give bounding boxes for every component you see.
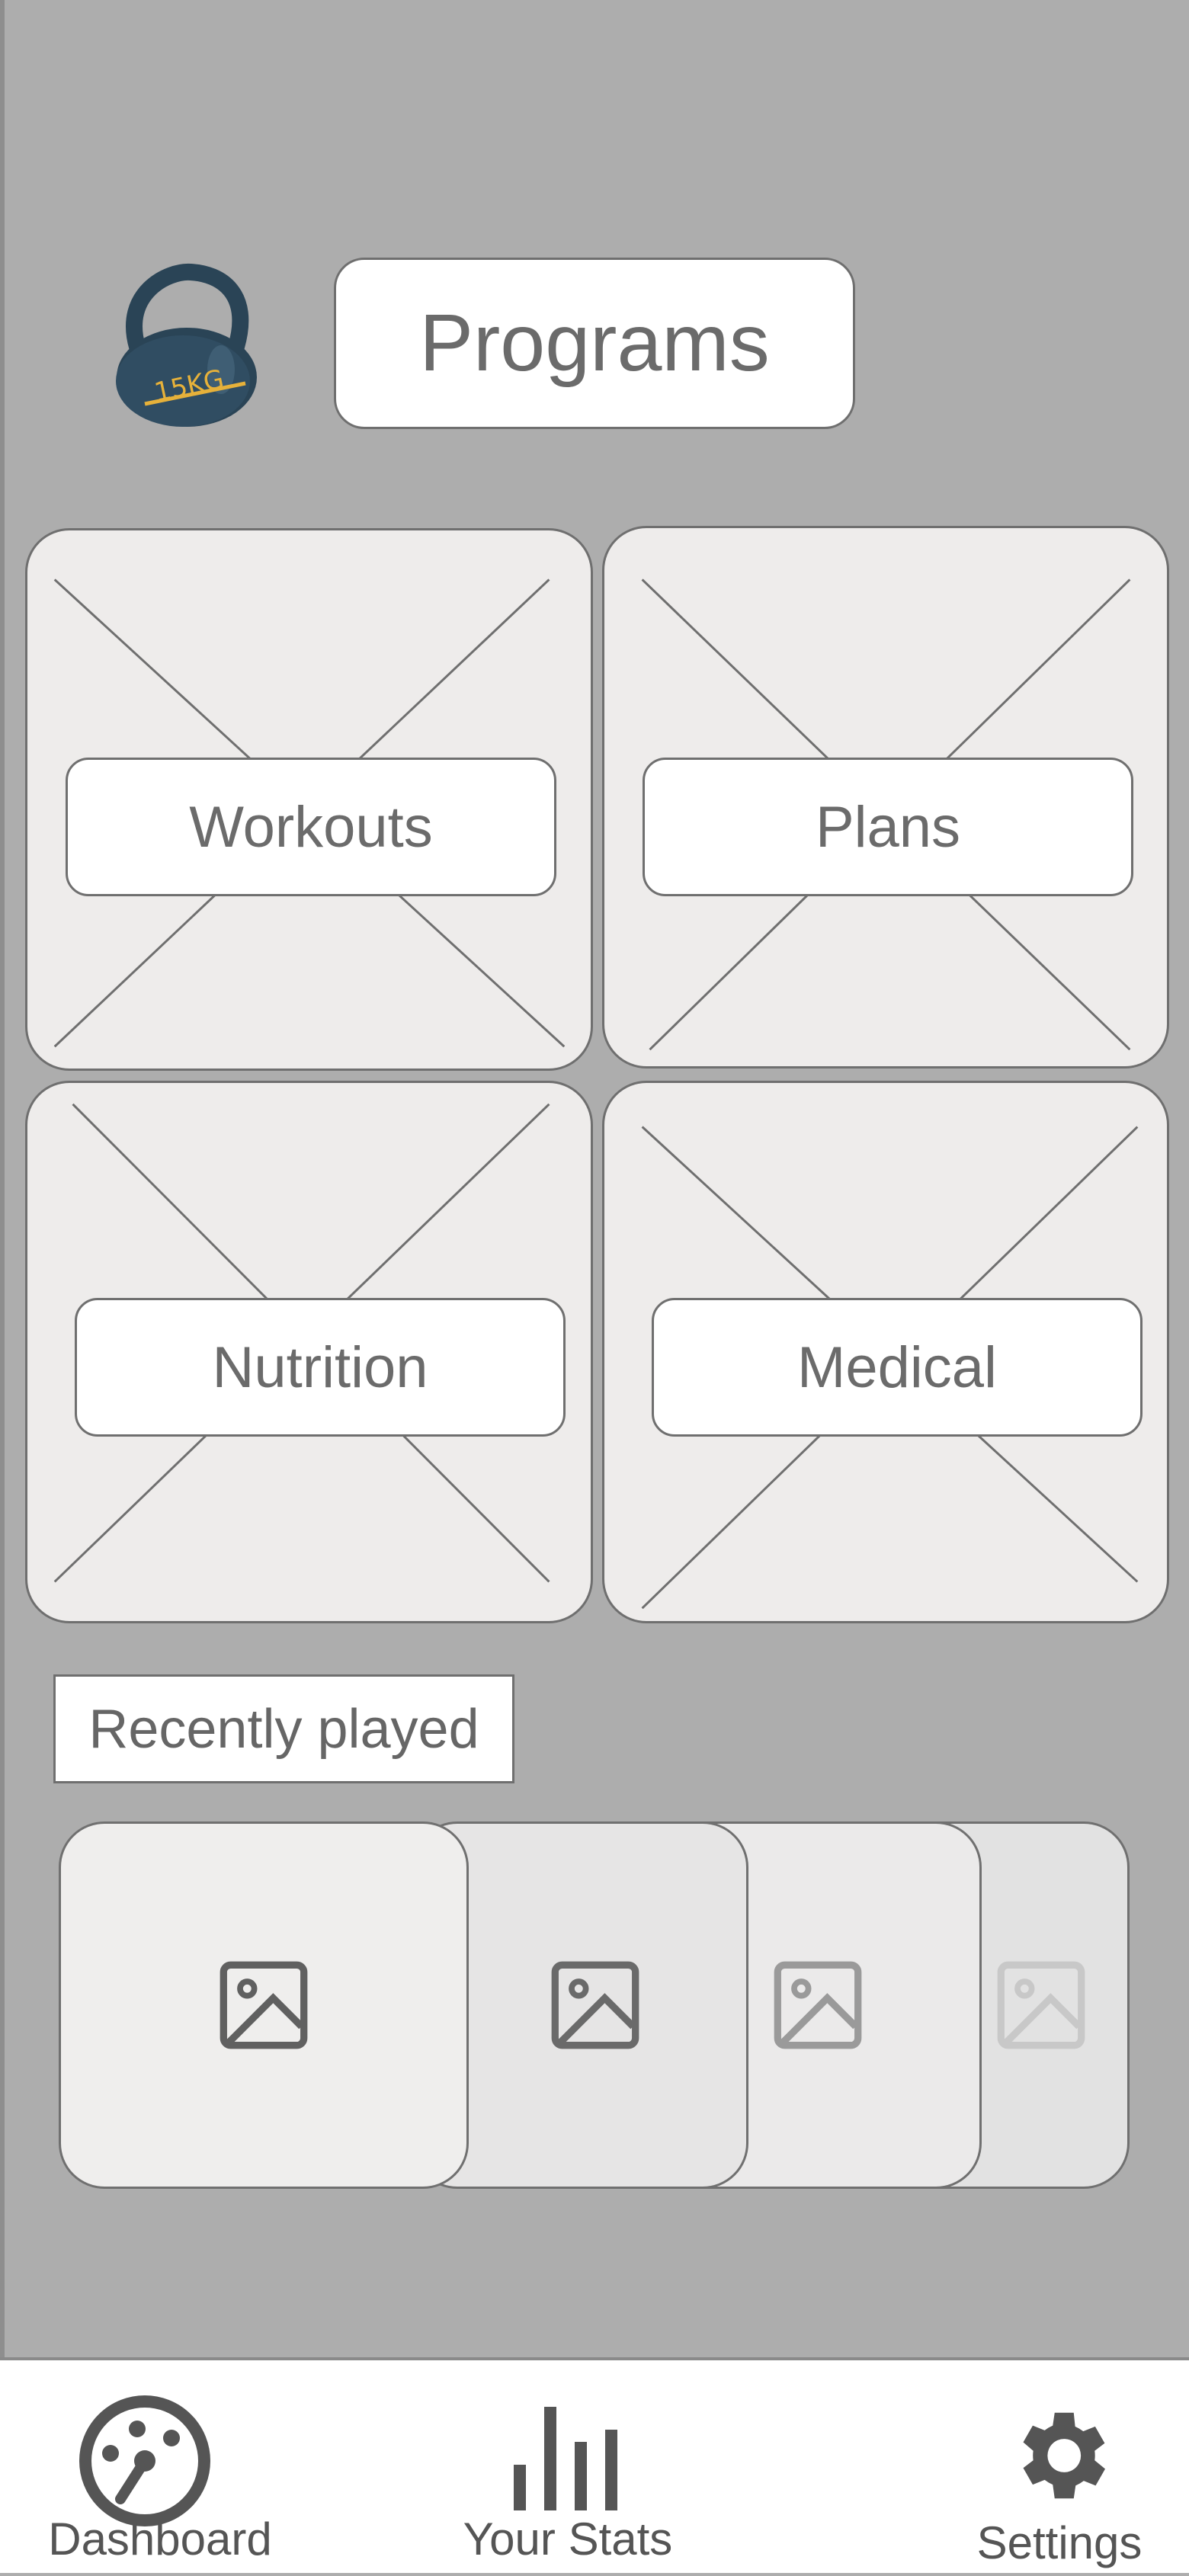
program-label-medical: Medical xyxy=(652,1298,1143,1437)
program-tile-workouts[interactable]: Workouts xyxy=(25,528,593,1071)
recently-played-heading: Recently played xyxy=(53,1674,514,1783)
page-title: Programs xyxy=(334,258,855,429)
dashboard-icon xyxy=(79,2395,210,2526)
image-placeholder-icon xyxy=(774,1961,862,2049)
left-edge-rule xyxy=(0,0,5,2573)
program-label-nutrition: Nutrition xyxy=(75,1298,566,1437)
image-placeholder-icon xyxy=(551,1961,639,2049)
image-placeholder-icon xyxy=(220,1961,308,2049)
program-tile-medical[interactable]: Medical xyxy=(602,1081,1169,1623)
program-label-plans: Plans xyxy=(643,758,1133,896)
nav-label-dashboard: Dashboard xyxy=(48,2514,272,2565)
nav-label-settings: Settings xyxy=(976,2517,1143,2568)
bottom-navigation-bar: Dashboard Your Stats Settings xyxy=(0,2357,1189,2573)
program-tile-nutrition[interactable]: Nutrition xyxy=(25,1081,593,1623)
kettlebell-logo: 15KG xyxy=(107,263,267,431)
bar-chart-icon xyxy=(514,2407,617,2510)
nav-item-settings[interactable]: Settings xyxy=(968,2360,1151,2576)
nav-label-your-stats: Your Stats xyxy=(463,2514,673,2565)
recent-item-card[interactable] xyxy=(59,1821,469,2189)
gear-icon xyxy=(1023,2412,1105,2499)
nav-item-your-stats[interactable]: Your Stats xyxy=(457,2360,678,2576)
program-label-workouts: Workouts xyxy=(66,758,556,896)
program-tile-plans[interactable]: Plans xyxy=(602,526,1169,1069)
nav-item-dashboard[interactable]: Dashboard xyxy=(46,2360,274,2576)
image-placeholder-icon xyxy=(997,1961,1085,2049)
